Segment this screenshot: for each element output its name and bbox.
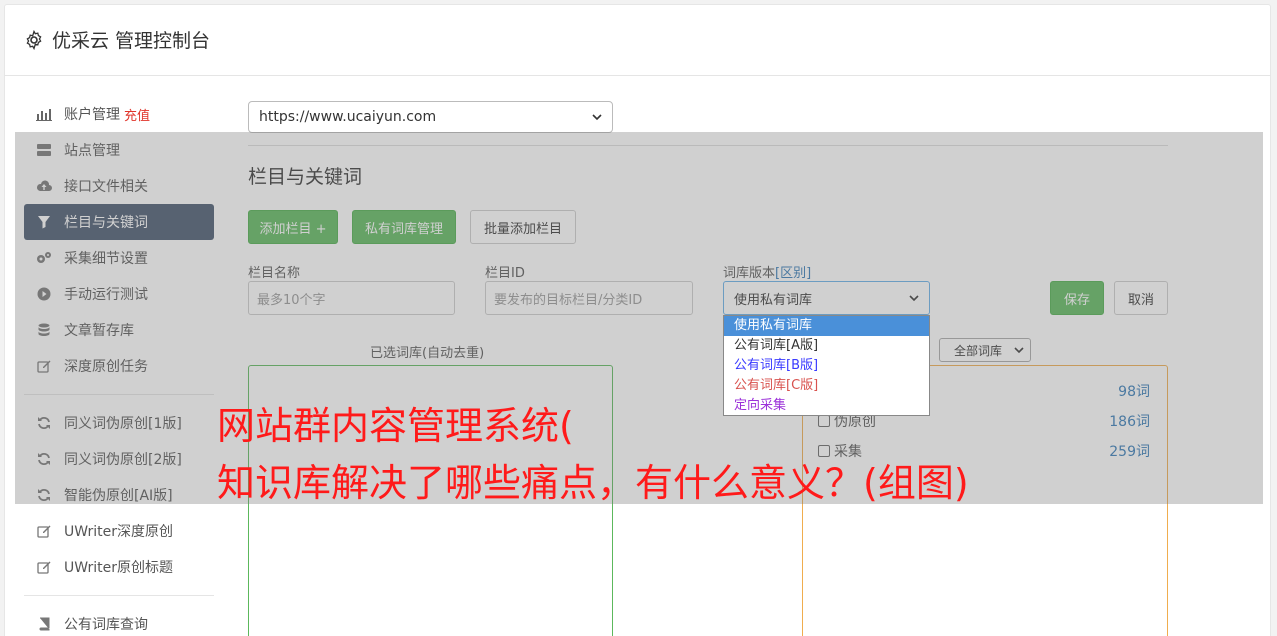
sidebar-item-label: UWriter深度原创 bbox=[64, 524, 173, 540]
add-column-button[interactable]: 添加栏目 + bbox=[248, 210, 338, 244]
batch-add-column-button[interactable]: 批量添加栏目 bbox=[470, 210, 576, 244]
sidebar-item-uwriter-deep[interactable]: UWriter深度原创 bbox=[24, 513, 214, 549]
library-count: 259词 bbox=[1109, 444, 1150, 460]
save-button[interactable]: 保存 bbox=[1050, 281, 1104, 315]
filter-icon bbox=[36, 214, 52, 230]
dropdown-option[interactable]: 公有词库[A版] bbox=[724, 336, 929, 356]
site-select[interactable]: https://www.ucaiyun.com bbox=[248, 101, 613, 133]
sidebar-item-label: 同义词伪原创[1版] bbox=[64, 416, 182, 432]
sidebar-item-uwriter-title[interactable]: UWriter原创标题 bbox=[24, 549, 214, 585]
recharge-link[interactable]: 充值 bbox=[124, 105, 150, 124]
sidebar-item-label: 账户管理 bbox=[64, 107, 120, 123]
sidebar-item-collect-settings[interactable]: 采集细节设置 bbox=[24, 240, 214, 276]
play-circle-icon bbox=[36, 286, 52, 302]
sidebar-item-article-store[interactable]: 文章暂存库 bbox=[24, 312, 214, 348]
sidebar-divider bbox=[24, 595, 214, 596]
library-count: 186词 bbox=[1109, 414, 1150, 430]
sidebar-item-label: 采集细节设置 bbox=[64, 251, 148, 267]
site-select-value: https://www.ucaiyun.com bbox=[259, 109, 437, 125]
refresh-icon bbox=[36, 415, 52, 431]
sidebar-item-columns[interactable]: 栏目与关键词 bbox=[24, 204, 214, 240]
refresh-icon bbox=[36, 487, 52, 503]
sidebar-item-label: 手动运行测试 bbox=[64, 287, 148, 303]
dropdown-option[interactable]: 公有词库[C版] bbox=[724, 376, 929, 396]
sidebar-item-ai-rewrite[interactable]: 智能伪原创[AI版] bbox=[24, 477, 214, 513]
sidebar-nav: 账户管理 充值 站点管理 接口文件相关 栏目与关键词 采集细节设置 手动运行测试… bbox=[24, 96, 214, 636]
library-version-dropdown: 使用私有词库 公有词库[A版] 公有词库[B版] 公有词库[C版] 定向采集 bbox=[723, 315, 930, 416]
column-id-input[interactable]: 要发布的目标栏目/分类ID bbox=[485, 281, 693, 315]
cloud-upload-icon bbox=[36, 178, 52, 194]
page-header: 优采云 管理控制台 bbox=[4, 4, 1271, 76]
sidebar-item-label: 智能伪原创[AI版] bbox=[64, 488, 173, 504]
chevron-down-icon bbox=[592, 114, 602, 121]
sidebar-item-label: 接口文件相关 bbox=[64, 179, 148, 195]
private-library-button[interactable]: 私有词库管理 bbox=[352, 210, 456, 244]
sidebar-item-interface[interactable]: 接口文件相关 bbox=[24, 168, 214, 204]
book-icon bbox=[36, 616, 52, 632]
dropdown-option[interactable]: 公有词库[B版] bbox=[724, 356, 929, 376]
column-name-label: 栏目名称 bbox=[248, 266, 301, 281]
database-icon bbox=[36, 322, 52, 338]
library-count: 98词 bbox=[1118, 384, 1150, 400]
column-name-input[interactable]: 最多10个字 bbox=[248, 281, 455, 315]
sidebar-item-synonym-v1[interactable]: 同义词伪原创[1版] bbox=[24, 405, 214, 441]
overlay-title-line1: 网站群内容管理系统( bbox=[217, 404, 574, 448]
dropdown-option[interactable]: 使用私有词库 bbox=[724, 316, 929, 336]
sidebar-item-label: 同义词伪原创[2版] bbox=[64, 452, 182, 468]
selected-panel-title: 已选词库(自动去重) bbox=[370, 346, 485, 361]
cogs-icon bbox=[36, 250, 52, 266]
bar-chart-icon bbox=[36, 106, 52, 122]
sidebar-item-synonym-v2[interactable]: 同义词伪原创[2版] bbox=[24, 441, 214, 477]
page-title: 优采云 管理控制台 bbox=[52, 30, 211, 52]
divider bbox=[248, 145, 1168, 146]
column-id-label: 栏目ID bbox=[485, 266, 525, 281]
edit-icon bbox=[36, 523, 52, 539]
chevron-down-icon bbox=[909, 295, 919, 302]
library-version-value: 使用私有词库 bbox=[734, 292, 813, 308]
server-icon bbox=[36, 142, 52, 158]
cancel-button[interactable]: 取消 bbox=[1114, 281, 1168, 315]
library-version-label: 词库版本[区别] bbox=[723, 262, 811, 281]
all-library-select[interactable]: 全部词库 bbox=[939, 338, 1031, 362]
sidebar-item-sites[interactable]: 站点管理 bbox=[24, 132, 214, 168]
all-library-value: 全部词库 bbox=[954, 343, 1003, 358]
sidebar-item-label: 深度原创任务 bbox=[64, 359, 148, 375]
sidebar-item-account[interactable]: 账户管理 充值 bbox=[24, 96, 214, 132]
sidebar-item-public-lib[interactable]: 公有词库查询 bbox=[24, 606, 214, 636]
edit-icon bbox=[36, 358, 52, 374]
edit-icon bbox=[36, 559, 52, 575]
sidebar-divider bbox=[24, 394, 214, 395]
overlay-title-line2: 知识库解决了哪些痛点，有什么意义？(组图) bbox=[217, 461, 969, 505]
sidebar-item-label: 站点管理 bbox=[64, 143, 120, 159]
chevron-down-icon bbox=[1014, 347, 1024, 354]
sidebar-item-label: UWriter原创标题 bbox=[64, 560, 173, 576]
library-version-text: 词库版本 bbox=[723, 266, 776, 281]
difference-link[interactable]: [区别] bbox=[775, 266, 811, 281]
sidebar-item-manual-run[interactable]: 手动运行测试 bbox=[24, 276, 214, 312]
library-version-select[interactable]: 使用私有词库 bbox=[723, 281, 930, 315]
library-checkbox[interactable] bbox=[818, 415, 830, 427]
dropdown-option[interactable]: 定向采集 bbox=[724, 396, 929, 416]
gear-icon bbox=[26, 29, 42, 50]
refresh-icon bbox=[36, 451, 52, 467]
sidebar-item-label: 公有词库查询 bbox=[64, 617, 148, 633]
sidebar-item-label: 栏目与关键词 bbox=[64, 215, 148, 231]
section-title: 栏目与关键词 bbox=[248, 166, 363, 188]
sidebar-item-label: 文章暂存库 bbox=[64, 323, 134, 339]
sidebar-item-deep-original[interactable]: 深度原创任务 bbox=[24, 348, 214, 384]
